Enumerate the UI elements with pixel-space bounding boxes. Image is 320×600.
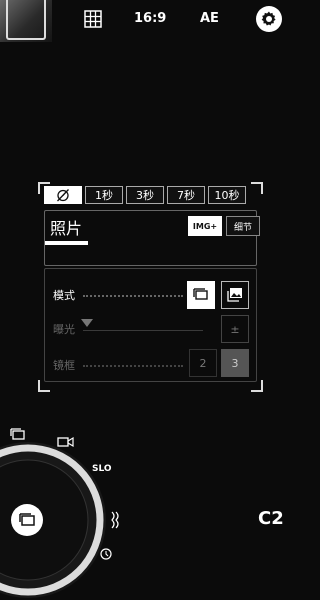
timelapse-icon[interactable] [100, 548, 112, 560]
mode-dial: SLO [0, 0, 300, 600]
camera-profile-label[interactable]: C2 [258, 508, 284, 529]
slo-mode-label[interactable]: SLO [92, 464, 112, 474]
photo-mode-icon[interactable] [10, 428, 25, 440]
video-icon[interactable] [57, 436, 74, 448]
shutter-mode-button[interactable] [11, 504, 43, 536]
mode-dial-ring[interactable] [0, 0, 300, 600]
single-shot-icon [19, 513, 35, 526]
hdr-icon[interactable] [111, 511, 119, 529]
